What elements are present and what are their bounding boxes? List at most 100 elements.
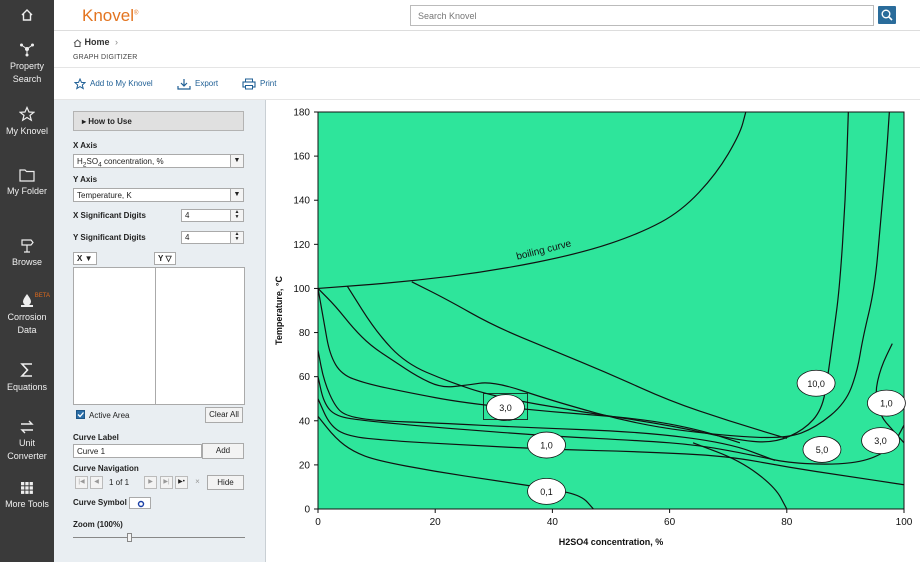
my-folder-label: My Folder (6, 186, 47, 196)
next-curve-button[interactable]: ▶ (144, 476, 157, 489)
y-tick-label: 80 (299, 328, 311, 339)
more-tools-nav-item[interactable]: More Tools (0, 481, 54, 511)
export-icon (177, 79, 191, 90)
add-to-my-knovel-button[interactable]: Add to My Knovel (73, 77, 153, 90)
my-knovel-nav-item[interactable]: My Knovel (0, 106, 54, 138)
browse-nav-item[interactable]: Browse (0, 237, 54, 269)
breadcrumb-separator: › (115, 37, 119, 47)
corrosion-data-label: Corrosion Data (7, 312, 47, 335)
y-tick-label: 180 (293, 108, 310, 119)
unit-converter-nav-item[interactable]: Unit Converter (0, 420, 54, 463)
points-table[interactable] (73, 267, 245, 405)
curve-label-label: Curve Label (73, 433, 119, 442)
x-column-header[interactable]: X ▼ (73, 252, 97, 265)
digitized-chart[interactable]: 10,0 3,0 1,0 5,0 0,1 1,0 3,0 0 20 40 60 80 100 0 20 40… (268, 102, 918, 560)
y-tick-label: 0 (304, 505, 310, 516)
x-tick-label: 20 (430, 517, 442, 528)
home-icon (21, 9, 33, 21)
active-area-checkbox[interactable] (76, 410, 85, 419)
delete-curve-icon[interactable]: × (191, 476, 204, 489)
dropdown-arrow-icon: ▼ (230, 155, 243, 167)
zoom-slider-track[interactable] (73, 537, 245, 538)
corrosion-icon (21, 294, 33, 307)
my-knovel-label: My Knovel (5, 126, 49, 136)
x-significant-digits-input[interactable]: 4 ▲ ▼ (181, 209, 244, 222)
browse-label: Browse (11, 257, 42, 267)
my-folder-nav-item[interactable]: My Folder (0, 168, 54, 198)
knovel-logo[interactable]: Knovel® (82, 6, 138, 26)
y-tick-label: 20 (299, 460, 311, 471)
curve-value-label: 10,0 (807, 379, 825, 389)
side-nav-rail: Property Search My Knovel My Folder Brow… (0, 0, 54, 562)
curve-value-label: 1,0 (540, 441, 553, 451)
x-axis-label: X Axis (73, 141, 98, 150)
y-tick-label: 120 (293, 240, 310, 251)
add-curve-button[interactable]: Add (202, 443, 244, 459)
export-label: Export (195, 79, 219, 89)
digitizer-panel: ▸ How to Use X Axis H2SO4 concentration,… (54, 100, 266, 562)
y-axis-title: Temperature, °C (274, 276, 284, 345)
y-axis-value: Temperature, K (77, 191, 132, 200)
spinner-arrows-icon[interactable]: ▲ ▼ (230, 210, 243, 221)
zoom-label: Zoom (100%) (73, 520, 123, 529)
home-nav-item[interactable] (0, 8, 54, 25)
dropdown-arrow-icon: ▼ (230, 189, 243, 201)
y-column-header[interactable]: Y ▽ (154, 252, 176, 265)
y-column-label: Y (158, 254, 164, 263)
print-button[interactable]: Print (242, 78, 276, 90)
search-input[interactable]: Search Knovel (410, 5, 874, 26)
y-tick-label: 140 (293, 196, 310, 207)
zoom-slider-thumb[interactable] (126, 533, 132, 542)
breadcrumb: Home › (73, 37, 118, 47)
spinner-arrows-icon[interactable]: ▲ ▼ (230, 232, 243, 243)
active-area-label: Active Area (89, 411, 130, 420)
last-curve-button[interactable]: ▶| (160, 476, 173, 489)
first-curve-button[interactable]: |◀ (75, 476, 88, 489)
prev-curve-button[interactable]: ◀ (90, 476, 103, 489)
y-significant-digits-label: Y Significant Digits (73, 233, 146, 242)
breadcrumb-home[interactable]: Home (85, 37, 110, 47)
sigma-icon (20, 363, 32, 377)
caret-right-icon: ▸ (82, 117, 87, 126)
how-to-use-toggle[interactable]: ▸ How to Use (73, 111, 244, 131)
x-tick-label: 0 (315, 517, 321, 528)
unit-converter-icon (20, 420, 34, 434)
x-significant-digits-value: 4 (185, 211, 190, 220)
y-significant-digits-input[interactable]: 4 ▲ ▼ (181, 231, 244, 244)
brand-name: Knovel (82, 6, 134, 25)
hide-curve-button[interactable]: Hide (207, 475, 244, 490)
sort-down-icon: ▽ (165, 254, 172, 263)
curve-symbol-picker[interactable] (129, 497, 151, 509)
x-tick-label: 100 (896, 517, 913, 528)
property-search-nav-item[interactable]: Property Search (0, 41, 54, 86)
y-tick-label: 160 (293, 152, 310, 163)
x-column-label: X (77, 254, 83, 263)
x-tick-label: 60 (664, 517, 676, 528)
x-axis-select[interactable]: H2SO4 concentration, % ▼ (73, 154, 244, 169)
search-icon (881, 9, 893, 21)
x-significant-digits-label: X Significant Digits (73, 211, 146, 220)
y-tick-label: 60 (299, 372, 311, 383)
circle-symbol-icon (137, 500, 145, 508)
curve-label-input[interactable]: Curve 1 (73, 444, 202, 458)
y-significant-digits-value: 4 (185, 233, 190, 242)
clear-all-button[interactable]: Clear All (205, 407, 243, 423)
top-header: Knovel® Search Knovel (54, 0, 920, 31)
export-button[interactable]: Export (177, 78, 218, 90)
x-tick-label: 40 (547, 517, 559, 528)
equations-nav-item[interactable]: Equations (0, 362, 54, 394)
browse-icon (21, 239, 34, 253)
print-icon (242, 78, 256, 90)
curve-value-label: 0,1 (540, 487, 553, 497)
y-tick-label: 100 (293, 284, 310, 295)
y-axis-select[interactable]: Temperature, K ▼ (73, 188, 244, 202)
property-search-icon (20, 43, 34, 57)
corrosion-data-nav-item[interactable]: BETA Corrosion Data (0, 292, 54, 337)
y-axis-label: Y Axis (73, 175, 98, 184)
x-tick-label: 80 (781, 517, 793, 528)
new-curve-button[interactable]: ▶• (175, 476, 188, 489)
more-tools-label: More Tools (5, 499, 49, 509)
x-axis-value: H2SO4 concentration, % (77, 157, 164, 169)
x-axis-title: H2SO4 concentration, % (559, 537, 664, 547)
search-button[interactable] (878, 6, 896, 24)
